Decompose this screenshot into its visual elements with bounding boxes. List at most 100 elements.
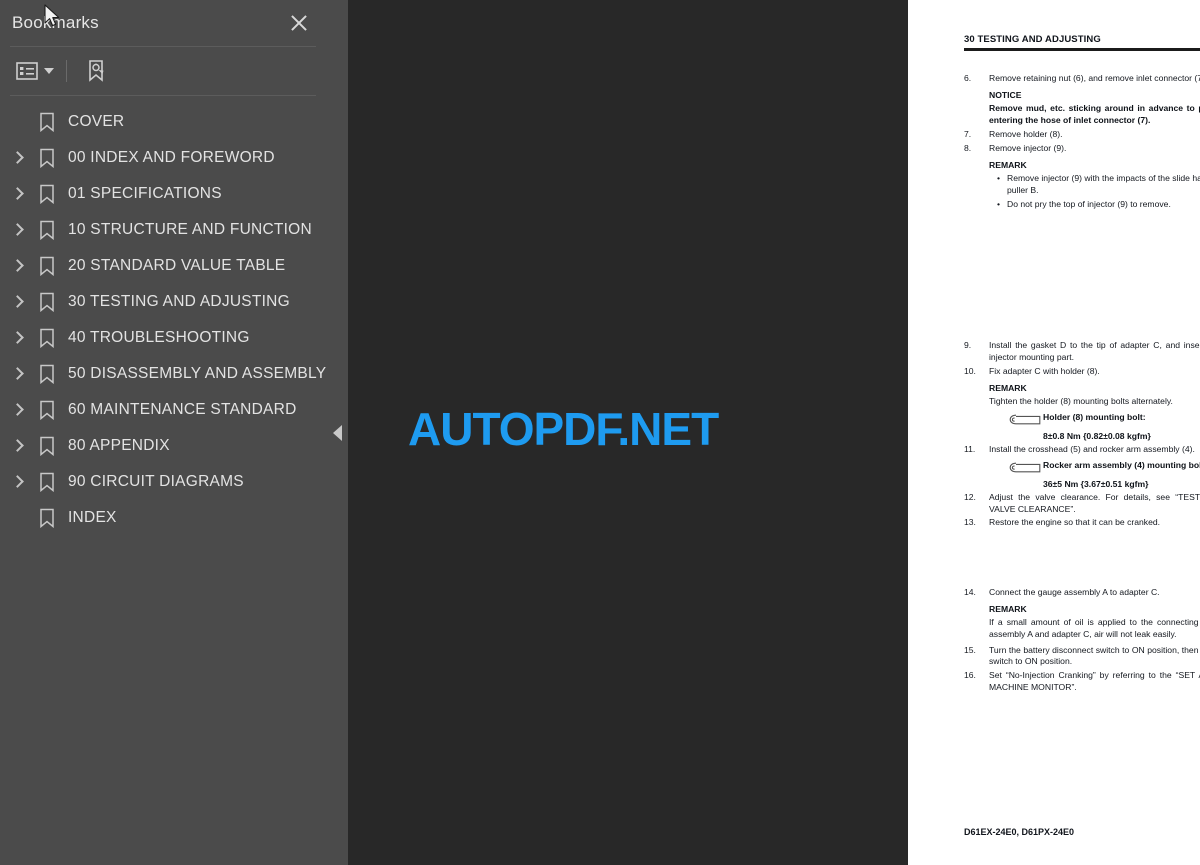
step-number: 12. <box>964 491 976 502</box>
bookmark-item-label: 90 CIRCUIT DIAGRAMS <box>68 473 244 490</box>
bookmark-item-label: 00 INDEX AND FOREWORD <box>68 149 275 166</box>
pdf-page: 30 TESTING AND ADJUSTING TEST COMPRESSIO… <box>908 0 1200 865</box>
bookmark-icon <box>32 112 62 132</box>
step-text: Restore the engine so that it can be cra… <box>989 517 1161 528</box>
text-spacer <box>964 531 1200 587</box>
bullet-text: Remove injector (9) with the impacts of … <box>1007 172 1200 196</box>
wrench-glyph <box>1009 462 1041 473</box>
bookmark-item-2[interactable]: 01 SPECIFICATIONS <box>0 176 326 212</box>
bookmark-item-11[interactable]: INDEX <box>0 500 326 536</box>
new-bookmark-icon[interactable] <box>79 55 115 87</box>
bookmark-icon <box>32 364 62 384</box>
step-number: 8. <box>964 143 972 154</box>
step-number: 15. <box>964 644 976 655</box>
step-text: Adjust the valve clearance. For details,… <box>989 491 1200 514</box>
bookmark-item-8[interactable]: 60 MAINTENANCE STANDARD <box>0 392 326 428</box>
bookmark-icon <box>32 220 62 240</box>
bookmark-item-4[interactable]: 20 STANDARD VALUE TABLE <box>0 248 326 284</box>
collapse-panel-arrow-icon[interactable] <box>326 0 348 865</box>
step-number: 13. <box>964 517 976 528</box>
expand-chevron-icon[interactable] <box>4 252 32 280</box>
notice-text: Remove mud, etc. sticking around in adva… <box>989 102 1200 126</box>
step-text: Connect the gauge assembly A to adapter … <box>989 587 1160 598</box>
step-12: 12. Adjust the valve clearance. For deta… <box>964 492 1200 516</box>
bullet-text: Do not pry the top of injector (9) to re… <box>1007 199 1171 210</box>
step-number: 14. <box>964 587 976 598</box>
step-text: Turn the battery disconnect switch to ON… <box>989 644 1200 667</box>
bookmark-icon <box>32 184 62 204</box>
page-header: 30 TESTING AND ADJUSTING TEST COMPRESSIO… <box>964 34 1200 45</box>
bookmark-item-1[interactable]: 00 INDEX AND FOREWORD <box>0 140 326 176</box>
expand-chevron-icon[interactable] <box>4 288 32 316</box>
list-options-glyph <box>16 62 38 80</box>
expand-chevron-icon[interactable] <box>4 324 32 352</box>
bookmark-item-6[interactable]: 40 TROUBLESHOOTING <box>0 320 326 356</box>
left-arrow-glyph <box>332 424 342 441</box>
bookmark-item-7[interactable]: 50 DISASSEMBLY AND ASSEMBLY <box>0 356 326 392</box>
torque-label: Rocker arm assembly (4) mounting bolt: <box>1043 459 1200 470</box>
remark-heading-3: REMARK <box>989 604 1027 615</box>
step-number: 9. <box>964 340 972 351</box>
close-icon[interactable] <box>286 10 312 36</box>
remark-bullet-1: • Remove injector (9) with the impacts o… <box>997 172 1200 196</box>
step-6: 6. Remove retaining nut (6), and remove … <box>964 73 1200 85</box>
step-text: Set “No-Injection Cranking” by referring… <box>989 670 1200 693</box>
bookmark-item-3[interactable]: 10 STRUCTURE AND FUNCTION <box>0 212 326 248</box>
page-header-left: 30 TESTING AND ADJUSTING <box>964 34 1101 45</box>
wrench-glyph <box>1009 414 1041 425</box>
torque-value-2: 36±5 Nm {3.67±0.51 kgfm} <box>1043 478 1149 489</box>
bullet-icon: • <box>997 199 1001 210</box>
bookmark-item-5[interactable]: 30 TESTING AND ADJUSTING <box>0 284 326 320</box>
torque-spec-2: Rocker arm assembly (4) mounting bolt: <box>1009 459 1200 478</box>
document-viewer[interactable]: 30 TESTING AND ADJUSTING TEST COMPRESSIO… <box>326 0 1200 865</box>
new-bookmark-glyph <box>89 60 104 82</box>
bookmark-icon <box>32 256 62 276</box>
bookmark-list-options-icon[interactable] <box>10 57 60 85</box>
bookmark-icon <box>32 472 62 492</box>
chevron-down-icon[interactable] <box>44 68 54 74</box>
step-number: 10. <box>964 365 976 376</box>
torque-spec-1: Holder (8) mounting bolt: <box>1009 411 1200 430</box>
toolbar-separator <box>66 60 67 82</box>
step-13: 13. Restore the engine so that it can be… <box>964 517 1200 529</box>
expand-chevron-icon[interactable] <box>4 144 32 172</box>
bookmark-item-label: 80 APPENDIX <box>68 437 170 454</box>
bullet-icon: • <box>997 172 1001 183</box>
page-footer-left: D61EX-24E0, D61PX-24E0 <box>964 827 1075 837</box>
expand-chevron-icon[interactable] <box>4 396 32 424</box>
step-text: Remove retaining nut (6), and remove inl… <box>989 73 1200 83</box>
page-header-rule <box>964 48 1200 51</box>
bookmark-item-label: 20 STANDARD VALUE TABLE <box>68 257 286 274</box>
step-number: 6. <box>964 73 972 83</box>
expand-chevron-icon[interactable] <box>4 468 32 496</box>
expand-chevron-icon[interactable] <box>4 360 32 388</box>
wrench-icon <box>1009 411 1043 430</box>
step-text: Install the gasket D to the tip of adapt… <box>989 340 1200 362</box>
bookmark-item-9[interactable]: 80 APPENDIX <box>0 428 326 464</box>
step-14: 14. Connect the gauge assembly A to adap… <box>964 587 1200 599</box>
expand-chevron-icon[interactable] <box>4 216 32 244</box>
expand-chevron-icon[interactable] <box>4 180 32 208</box>
bookmark-icon <box>32 508 62 528</box>
expand-placeholder <box>4 108 32 136</box>
step-11: 11. Install the crosshead (5) and rocker… <box>964 444 1200 456</box>
expand-chevron-icon[interactable] <box>4 432 32 460</box>
torque-value-1: 8±0.8 Nm {0.82±0.08 kgfm} <box>1043 430 1151 441</box>
page-footer: D61EX-24E0, D61PX-24E0 30-31 <box>964 827 1200 837</box>
step-number: 11. <box>964 443 976 454</box>
bookmark-item-label: 40 TROUBLESHOOTING <box>68 329 250 346</box>
step-9: 9. Install the gasket D to the tip of ad… <box>964 340 1200 364</box>
remark-heading-1: REMARK <box>989 159 1027 170</box>
step-text: Remove holder (8). <box>989 129 1063 140</box>
step-number: 16. <box>964 670 976 681</box>
remark-text-3: If a small amount of oil is applied to t… <box>989 617 1200 640</box>
bookmark-item-10[interactable]: 90 CIRCUIT DIAGRAMS <box>0 464 326 500</box>
cursor-arrow-icon <box>44 4 60 27</box>
step-16: 16. Set “No-Injection Cranking” by refer… <box>964 670 1200 694</box>
bookmark-item-0[interactable]: COVER <box>0 104 326 140</box>
bookmark-item-label: INDEX <box>68 509 117 526</box>
bookmark-icon <box>32 436 62 456</box>
bookmark-icon <box>32 292 62 312</box>
torque-label: Holder (8) mounting bolt: <box>1043 411 1146 422</box>
bookmarks-panel: Bookmarks <box>0 0 326 865</box>
